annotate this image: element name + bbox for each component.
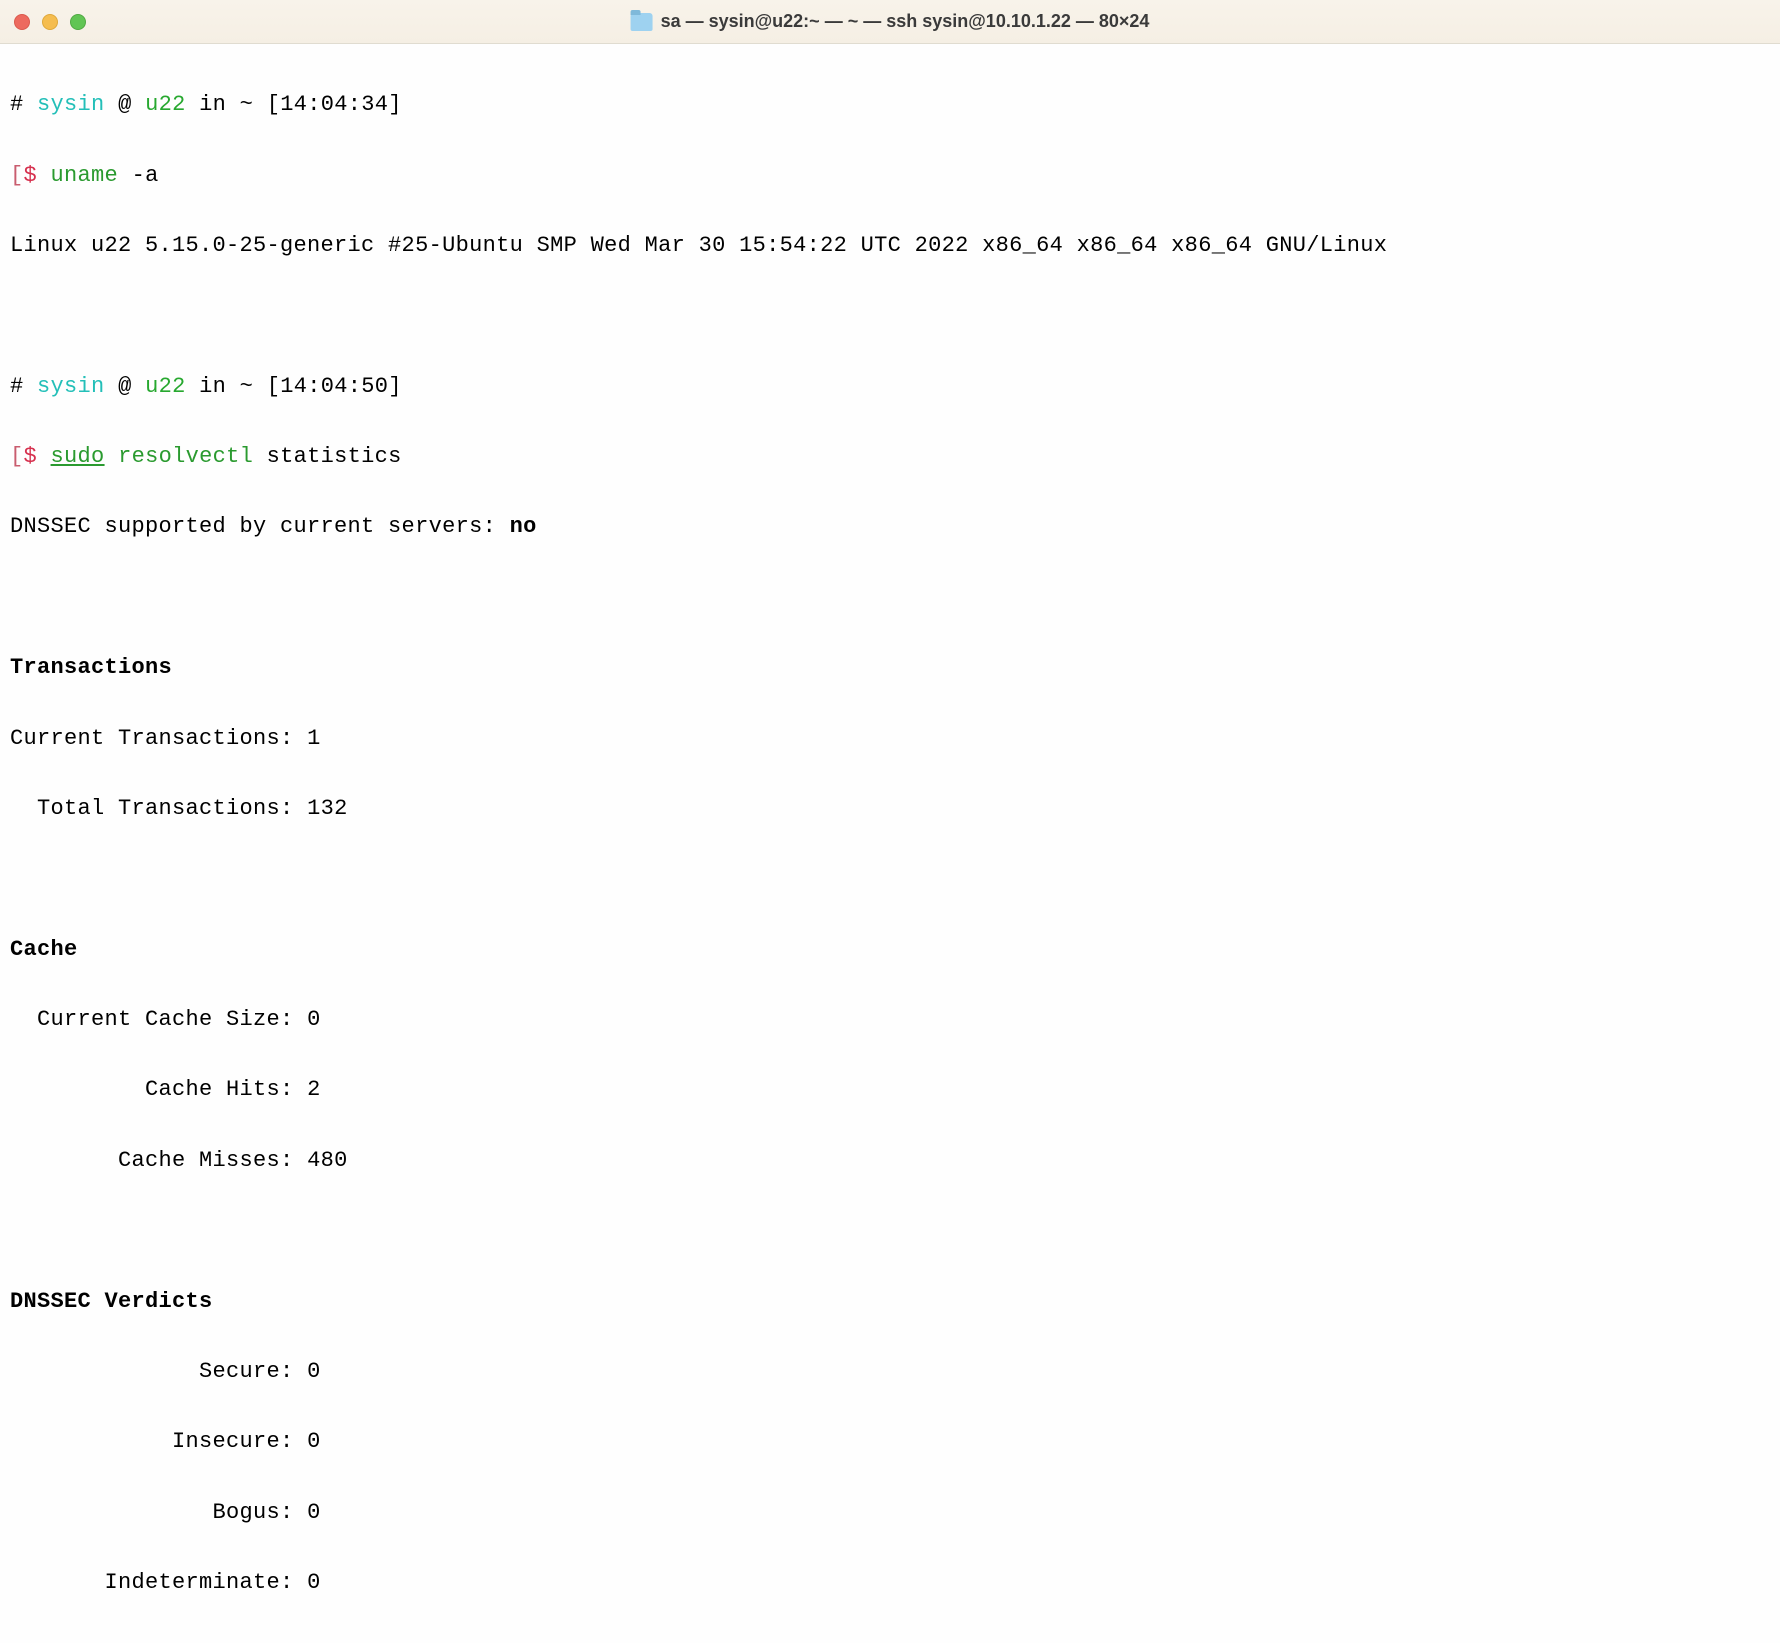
prompt-user: sysin [37,92,105,117]
stat-row: Cache Hits: 2 [10,1072,1770,1107]
command-uname: uname [51,163,119,188]
stat-label: Cache Hits: [10,1077,294,1102]
prompt-hash: # [10,92,24,117]
stat-label: Secure: [10,1359,294,1384]
prompt-line: # sysin @ u22 in ~ [14:04:50] [10,369,1770,404]
stat-value: 1 [307,726,321,751]
stat-value: 0 [307,1359,321,1384]
window-titlebar: sa — sysin@u22:~ — ~ — ssh sysin@10.10.1… [0,0,1780,44]
window-title-text: sa — sysin@u22:~ — ~ — ssh sysin@10.10.1… [661,11,1150,32]
prompt-in: in [199,92,226,117]
terminal-content[interactable]: # sysin @ u22 in ~ [14:04:34] [$ uname -… [0,44,1780,1643]
stat-row: Secure: 0 [10,1354,1770,1389]
prompt-dollar: $ [24,163,38,188]
prompt-host: u22 [145,374,186,399]
stat-row: Total Transactions: 132 [10,791,1770,826]
dnssec-value: no [510,514,537,539]
section-header-cache: Cache [10,932,1770,967]
close-icon[interactable] [14,14,30,30]
prompt-at: @ [118,374,132,399]
stat-value: 480 [307,1148,348,1173]
stat-value: 2 [307,1077,321,1102]
prompt-dollar: $ [24,444,38,469]
prompt-user: sysin [37,374,105,399]
dnssec-label: DNSSEC supported by current servers: [10,514,510,539]
prompt-open-bracket: [ [10,163,24,188]
window-title: sa — sysin@u22:~ — ~ — ssh sysin@10.10.1… [631,11,1150,32]
stat-label: Total Transactions: [10,796,294,821]
section-header-dnssec: DNSSEC Verdicts [10,1284,1770,1319]
maximize-icon[interactable] [70,14,86,30]
stat-row: Current Cache Size: 0 [10,1002,1770,1037]
prompt-at: @ [118,92,132,117]
prompt-path: ~ [240,374,254,399]
stat-label: Cache Misses: [10,1148,294,1173]
blank-line [10,861,1770,896]
stat-row: Indeterminate: 0 [10,1565,1770,1600]
stat-value: 0 [307,1500,321,1525]
stat-value: 0 [307,1570,321,1595]
stat-value: 0 [307,1007,321,1032]
prompt-line: # sysin @ u22 in ~ [14:04:34] [10,87,1770,122]
stat-row: Insecure: 0 [10,1424,1770,1459]
uname-output: Linux u22 5.15.0-25-generic #25-Ubuntu S… [10,228,1770,263]
prompt-host: u22 [145,92,186,117]
stat-row: Current Transactions: 1 [10,721,1770,756]
stat-value: 132 [307,796,348,821]
blank-line [10,580,1770,615]
stat-label: Current Cache Size: [10,1007,294,1032]
stat-label: Current Transactions: [10,726,294,751]
command-args: statistics [267,444,402,469]
section-header-transactions: Transactions [10,650,1770,685]
stat-row: Cache Misses: 480 [10,1143,1770,1178]
stat-label: Bogus: [10,1500,294,1525]
prompt-in: in [199,374,226,399]
stat-label: Insecure: [10,1429,294,1454]
prompt-time: [14:04:34] [267,92,402,117]
command-resolvectl: resolvectl [118,444,253,469]
blank-line [10,298,1770,333]
stat-value: 0 [307,1429,321,1454]
prompt-time: [14:04:50] [267,374,402,399]
dnssec-supported-line: DNSSEC supported by current servers: no [10,509,1770,544]
blank-line [10,1213,1770,1248]
traffic-lights [14,14,86,30]
stat-label: Indeterminate: [10,1570,294,1595]
command-args: -a [132,163,159,188]
prompt-path: ~ [240,92,254,117]
folder-icon [631,13,653,31]
command-sudo: sudo [51,444,105,469]
command-line: [$ sudo resolvectl statistics [10,439,1770,474]
command-line: [$ uname -a [10,158,1770,193]
prompt-hash: # [10,374,24,399]
prompt-open-bracket: [ [10,444,24,469]
minimize-icon[interactable] [42,14,58,30]
stat-row: Bogus: 0 [10,1495,1770,1530]
